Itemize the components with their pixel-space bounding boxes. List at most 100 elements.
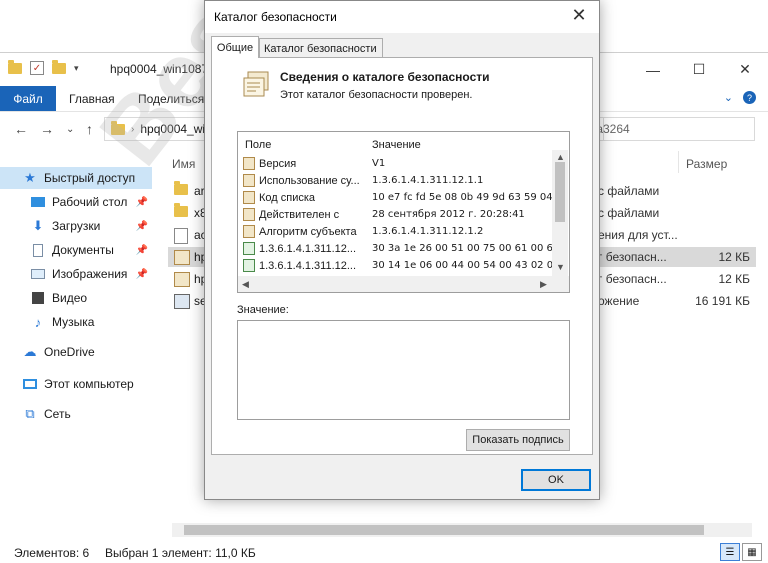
security-catalog-dialog: Каталог безопасности ✕ Общие Каталог без…: [204, 0, 600, 500]
field-name: Версия: [259, 158, 297, 170]
sidebar-item-label: OneDrive: [44, 345, 95, 359]
sidebar-item-quick-access[interactable]: ★ Быстрый доступ: [0, 167, 152, 189]
show-signature-button[interactable]: Показать подпись: [466, 429, 570, 451]
close-icon[interactable]: ✕: [567, 5, 591, 26]
horizontal-scrollbar[interactable]: ◀ ▶: [238, 276, 569, 292]
extension-icon: [243, 259, 255, 272]
images-icon: [30, 267, 46, 281]
list-item[interactable]: Код списка 10 e7 fc fd 5e 08 0b 49 9d 63…: [243, 190, 556, 207]
sidebar-item-network[interactable]: ⧉ Сеть: [0, 403, 158, 425]
details-view-icon[interactable]: ☰: [720, 543, 740, 561]
list-item[interactable]: Использование су... 1.3.6.1.4.1.311.12.1…: [243, 173, 553, 190]
list-item[interactable]: Действителен с 28 сентября 2012 г. 20:28…: [243, 207, 553, 224]
explorer-title: hpq0004_win1087v: [110, 62, 215, 76]
view-buttons: ☰ ▦: [720, 543, 762, 561]
sidebar-item-video[interactable]: Видео: [0, 287, 158, 309]
sidebar-item-music[interactable]: ♪ Музыка: [0, 311, 158, 333]
column-divider[interactable]: [678, 151, 679, 173]
field-icon: [243, 225, 255, 238]
tab-security-catalog[interactable]: Каталог безопасности: [259, 38, 383, 58]
sidebar-item-downloads[interactable]: ⬇ Загрузки 📌: [0, 215, 158, 237]
scroll-down-icon[interactable]: ▼: [556, 262, 565, 272]
field-value: 1.3.6.1.4.1.311.12.1.2: [372, 226, 484, 237]
back-arrow-icon[interactable]: ←: [14, 121, 28, 137]
scrollbar-thumb[interactable]: [555, 162, 565, 222]
video-icon: [30, 291, 46, 305]
quick-access-toolbar: ✓ ▾: [8, 59, 79, 75]
ok-button[interactable]: OK: [521, 469, 591, 491]
scroll-up-icon[interactable]: ▲: [556, 152, 565, 162]
general-tab-panel: Сведения о каталоге безопасности Этот ка…: [211, 57, 593, 455]
forward-arrow-icon[interactable]: →: [40, 121, 54, 137]
sidebar-item-documents[interactable]: Документы 📌: [0, 239, 158, 261]
sidebar-item-images[interactable]: Изображения 📌: [0, 263, 158, 285]
close-icon[interactable]: ✕: [722, 53, 768, 86]
list-item[interactable]: Версия V1: [243, 156, 553, 173]
file-type: ения для уст...: [598, 228, 678, 242]
security-catalog-icon: [242, 70, 274, 98]
list-item[interactable]: 1.3.6.1.4.1.311.12... 30 3a 1e 26 00 51 …: [243, 241, 556, 258]
field-value: V1: [372, 158, 386, 169]
pin-icon[interactable]: 📌: [136, 269, 148, 280]
scroll-right-icon[interactable]: ▶: [540, 279, 547, 290]
folder-icon: [174, 181, 188, 195]
column-header-size[interactable]: Размер: [686, 157, 727, 171]
address-path: hpq0004_wi: [140, 122, 206, 136]
minimize-icon[interactable]: —: [630, 53, 676, 86]
field-name: Использование су...: [259, 175, 360, 187]
tab-home[interactable]: Главная: [69, 92, 115, 106]
help-icon[interactable]: ?: [743, 91, 756, 104]
dialog-titlebar: Каталог безопасности ✕: [205, 1, 599, 33]
folder-icon[interactable]: [8, 59, 22, 74]
sidebar-item-onedrive[interactable]: ☁ OneDrive: [0, 341, 158, 363]
new-folder-icon[interactable]: [52, 59, 66, 74]
list-item[interactable]: 1.3.6.1.4.1.311.12... 30 14 1e 06 00 44 …: [243, 258, 556, 275]
file-type: ожение: [598, 294, 640, 308]
sidebar-item-desktop[interactable]: Рабочий стол 📌: [0, 191, 158, 213]
field-name: 1.3.6.1.4.1.311.12...: [259, 260, 357, 272]
tab-share[interactable]: Поделиться: [138, 92, 204, 106]
dialog-title: Каталог безопасности: [214, 10, 337, 24]
tab-general[interactable]: Общие: [211, 36, 259, 58]
scrollbar-thumb[interactable]: [184, 525, 704, 535]
status-bar: Элементов: 6 Выбран 1 элемент: 11,0 КБ ☰…: [0, 541, 768, 563]
sidebar-item-label: Музыка: [52, 315, 95, 329]
security-catalog-icon: [174, 272, 190, 287]
field-value: 1.3.6.1.4.1.311.12.1.1: [372, 175, 484, 186]
field-icon: [243, 174, 255, 187]
field-value: 28 сентября 2012 г. 20:28:41: [372, 209, 525, 220]
download-icon: ⬇: [32, 218, 44, 233]
catalog-heading: Сведения о каталоге безопасности: [280, 70, 490, 84]
pin-icon[interactable]: 📌: [136, 245, 148, 256]
vertical-scrollbar[interactable]: ▲ ▼: [552, 150, 568, 276]
horizontal-scrollbar[interactable]: [172, 523, 752, 537]
qat-dropdown-icon[interactable]: ▾: [74, 63, 79, 74]
file-type: г безопасн...: [598, 272, 667, 286]
tab-file[interactable]: Файл: [0, 86, 56, 111]
list-item[interactable]: Алгоритм субъекта 1.3.6.1.4.1.311.12.1.2: [243, 224, 553, 241]
maximize-icon[interactable]: ☐: [676, 53, 722, 86]
sidebar-item-this-pc[interactable]: Этот компьютер: [0, 373, 158, 395]
pin-icon[interactable]: 📌: [136, 221, 148, 232]
sidebar-item-label: Быстрый доступ: [44, 171, 136, 185]
expand-ribbon-icon[interactable]: ⌄: [724, 91, 733, 104]
field-icon: [243, 208, 255, 221]
folder-icon: [111, 120, 125, 135]
column-header-value[interactable]: Значение: [372, 139, 421, 151]
properties-icon[interactable]: ✓: [30, 61, 44, 75]
documents-icon: [30, 243, 46, 257]
scroll-left-icon[interactable]: ◀: [242, 279, 249, 290]
file-size: 12 КБ: [718, 250, 750, 264]
field-name: Действителен с: [259, 209, 340, 221]
value-textbox[interactable]: [237, 320, 570, 420]
up-arrow-icon[interactable]: ↑: [86, 121, 93, 137]
recent-locations-icon[interactable]: ⌄: [66, 124, 74, 135]
setup-info-icon: [174, 228, 188, 244]
column-header-name[interactable]: Имя: [172, 157, 195, 171]
file-type: с файлами: [598, 184, 660, 198]
field-value: 30 14 1e 06 00 44 00 54 00 43 02 0...: [372, 260, 556, 271]
field-value: 30 3a 1e 26 00 51 00 75 00 61 00 6c...: [372, 243, 556, 254]
tiles-view-icon[interactable]: ▦: [742, 543, 762, 561]
column-header-field[interactable]: Поле: [245, 139, 271, 151]
pin-icon[interactable]: 📌: [136, 197, 148, 208]
